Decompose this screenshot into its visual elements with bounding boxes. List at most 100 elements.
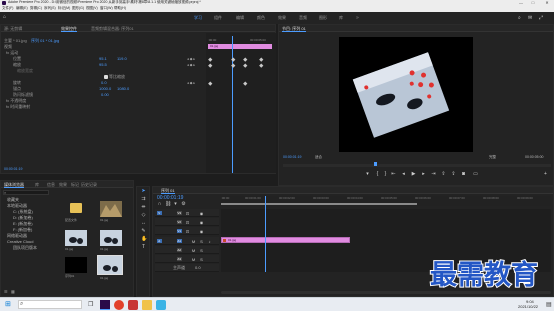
scale-value[interactable]: 95.5 — [99, 63, 107, 67]
media-thumbnail[interactable] — [97, 255, 123, 275]
tree-item[interactable]: Creative Cloud — [7, 240, 33, 244]
effect-opacity[interactable]: fx 不透明度 — [6, 99, 26, 103]
lift-button[interactable]: ⇧ — [441, 172, 446, 177]
sequence-clip-label[interactable]: 序列 01 * 01.jpg — [31, 39, 59, 43]
clock-date[interactable]: 2021/10/22 — [518, 305, 538, 309]
tab-project[interactable]: 媒体浏览器 — [4, 182, 24, 188]
program-scrub-bar[interactable] — [283, 164, 551, 167]
export-frame-button[interactable]: ◙ — [461, 172, 466, 177]
keyframe-scale-1[interactable] — [208, 63, 213, 68]
tree-item[interactable]: D: (新加卷) — [13, 216, 33, 220]
tab-audio-mixer[interactable]: 音频剪辑混合器: 序列01 — [91, 26, 134, 31]
keyframe-nav-position[interactable]: ◂ ◆ ▸ — [187, 57, 195, 61]
workspace-tab-audio[interactable]: 音频 — [299, 16, 307, 20]
tree-item[interactable]: 收藏夹 — [7, 198, 19, 202]
track-source-toggle[interactable]: V2 — [177, 219, 182, 224]
keyframe-rotation-1[interactable] — [208, 81, 213, 86]
track-source-toggle[interactable]: V3 — [177, 210, 182, 215]
tree-item[interactable]: 网络驱动器 — [7, 234, 27, 238]
folder-item[interactable] — [65, 201, 87, 217]
workspace-tab-libraries[interactable]: 库 — [339, 16, 343, 20]
fullscreen-icon[interactable]: ⤢ — [539, 15, 543, 21]
master-value[interactable]: 0.0 — [195, 266, 201, 270]
notification-center-icon[interactable]: ▤ — [546, 301, 552, 308]
taskbar-search-input[interactable] — [18, 300, 82, 309]
timeline-playhead[interactable] — [265, 196, 266, 272]
solo-icon[interactable]: S — [199, 239, 204, 244]
tree-item[interactable]: F: (新加卷) — [13, 228, 32, 232]
task-view-icon[interactable]: ❐ — [88, 301, 93, 308]
work-area-bar[interactable] — [221, 203, 417, 205]
menu-view[interactable]: 视图(V) — [86, 6, 98, 11]
workspace-menu-icon[interactable]: » — [356, 15, 359, 21]
tree-item[interactable]: 团队项目版本 — [13, 246, 37, 250]
hand-tool-icon[interactable]: ✋ — [141, 237, 147, 242]
type-tool-icon[interactable]: T — [141, 245, 146, 250]
add-marker-icon[interactable]: ▾ — [173, 202, 178, 207]
position-x-value[interactable]: 95.1 — [99, 57, 107, 61]
lock-icon[interactable]: ⊡ — [185, 220, 190, 225]
effect-timecode[interactable]: 00:00:01:19 — [4, 167, 23, 172]
keyframe-rotation-2[interactable] — [243, 81, 248, 86]
ripple-edit-tool-icon[interactable]: ⇹ — [141, 205, 146, 210]
tab-effects[interactable]: 效果 — [59, 182, 67, 187]
workspace-tab-edit[interactable]: 编辑 — [236, 16, 244, 20]
track-source-toggle[interactable]: A1 — [177, 238, 182, 243]
tab-libraries[interactable]: 库 — [35, 182, 39, 187]
uniform-scale-checkbox[interactable] — [104, 75, 108, 79]
razor-tool-icon[interactable]: ◇ — [141, 213, 146, 218]
program-monitor-title[interactable]: 节目: 序列 01 — [282, 26, 306, 32]
premiere-taskbar-icon[interactable] — [100, 300, 110, 310]
media-thumbnail[interactable] — [100, 201, 122, 217]
track-source-toggle[interactable]: V1 — [177, 228, 182, 233]
program-quality-select[interactable]: 完整 — [489, 155, 496, 160]
media-thumbnail[interactable] — [65, 230, 87, 246]
sequence-thumbnail[interactable] — [65, 257, 87, 273]
keyframe-scale-3[interactable] — [243, 63, 248, 68]
media-thumbnail[interactable] — [100, 230, 122, 246]
track-select-tool-icon[interactable]: ⇉ — [141, 197, 146, 202]
anchor-x-value[interactable]: 1000.0 — [99, 87, 111, 91]
tree-item[interactable]: E: (新加卷) — [13, 222, 33, 226]
mark-in-button[interactable]: { — [375, 172, 380, 177]
app-taskbar-icon[interactable] — [128, 300, 138, 310]
comparison-view-button[interactable]: ▭ — [473, 172, 478, 177]
tree-item[interactable]: C: (系统盘) — [13, 210, 33, 214]
play-button[interactable]: ▶ — [411, 172, 416, 177]
time-ruler[interactable]: :00:00 00:00:01:00 00:00:02:00 00:00:03:… — [221, 196, 551, 206]
menu-sequence[interactable]: 序列(S) — [44, 6, 56, 11]
anchor-y-value[interactable]: 1080.0 — [117, 87, 129, 91]
workspace-tab-assembly[interactable]: 组件 — [214, 16, 222, 20]
eye-icon[interactable]: ◉ — [199, 211, 204, 216]
settings-icon[interactable]: ⚙ — [181, 202, 186, 207]
keyframe-nav-rotation[interactable]: ◂ ◆ ▸ — [187, 81, 195, 85]
search-icon[interactable]: ⌕ — [518, 15, 521, 21]
browser-taskbar-icon[interactable] — [114, 300, 124, 310]
track-source-toggle[interactable]: A3 — [177, 256, 182, 261]
tab-info[interactable]: 信息 — [47, 182, 55, 187]
media-search-input[interactable] — [3, 190, 49, 195]
add-button[interactable]: + — [543, 172, 548, 177]
timeline-clip[interactable]: 01.jpg — [221, 237, 350, 243]
go-to-out-button[interactable]: ⇥ — [431, 172, 436, 177]
extract-button[interactable]: ⇪ — [451, 172, 456, 177]
tab-history[interactable]: 历史记录 — [81, 182, 97, 187]
menu-graphics[interactable]: 图形(G) — [72, 6, 84, 11]
slip-tool-icon[interactable]: ↔ — [141, 221, 146, 226]
explorer-taskbar-icon[interactable] — [142, 300, 152, 310]
keyframe-position-3[interactable] — [243, 57, 248, 62]
mic-icon[interactable]: ♪ — [207, 239, 212, 244]
workspace-tab-effects[interactable]: 效果 — [278, 16, 286, 20]
track-target-toggle[interactable]: V — [157, 210, 162, 215]
rotation-value[interactable]: 0.0 — [101, 81, 107, 85]
tab-effect-controls[interactable]: 效果控件 — [61, 26, 77, 32]
menu-window[interactable]: 窗口(W) — [100, 6, 113, 11]
mark-out-button[interactable]: } — [383, 172, 388, 177]
step-forward-button[interactable]: ▸ — [421, 172, 426, 177]
lock-icon[interactable]: ⊡ — [185, 229, 190, 234]
pen-tool-icon[interactable]: ✎ — [141, 229, 146, 234]
notifications-icon[interactable]: ✉ — [528, 15, 532, 21]
workspace-tab-graphics[interactable]: 图形 — [319, 16, 327, 20]
workspace-tab-color[interactable]: 颜色 — [257, 16, 265, 20]
effect-motion[interactable]: fx 运动 — [6, 51, 18, 55]
